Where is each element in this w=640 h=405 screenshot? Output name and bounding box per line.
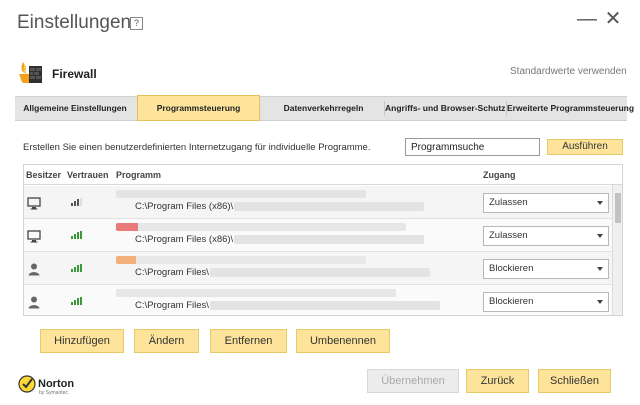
program-path-text: C:\Program Files\	[135, 267, 209, 278]
column-header-access[interactable]: Zugang	[483, 170, 516, 180]
program-name-redacted	[116, 256, 366, 264]
use-defaults-link[interactable]: Standardwerte verwenden	[510, 66, 627, 77]
table-row[interactable]: C:\Program Files (x86)\ Zulassen	[24, 186, 612, 219]
trust-level-icon	[71, 231, 82, 239]
access-dropdown-value: Zulassen	[489, 197, 528, 208]
program-path-text: C:\Program Files (x86)\	[135, 234, 234, 245]
norton-logo-text: Norton	[38, 378, 74, 390]
rename-program-button[interactable]: Umbenennen	[296, 329, 390, 353]
table-vertical-scrollbar[interactable]	[612, 185, 622, 315]
edit-program-button[interactable]: Ändern	[134, 329, 199, 353]
program-name-redacted	[116, 223, 406, 231]
program-name-redacted	[116, 190, 366, 198]
program-path-redacted	[209, 300, 440, 310]
access-dropdown-value: Blockieren	[489, 263, 534, 274]
help-icon[interactable]: ?	[130, 17, 143, 30]
scrollbar-thumb[interactable]	[615, 193, 621, 223]
apply-button[interactable]: Übernehmen	[367, 369, 459, 393]
program-path-redacted	[234, 201, 425, 211]
program-path: C:\Program Files\	[135, 300, 440, 311]
run-search-button[interactable]: Ausführen	[547, 139, 623, 155]
program-path: C:\Program Files (x86)\	[135, 234, 425, 245]
program-path-redacted	[234, 234, 425, 244]
norton-logo-subtext: by Symantec	[39, 390, 68, 396]
program-search-input[interactable]	[405, 138, 540, 156]
column-header-trust[interactable]: Vertrauen	[67, 170, 109, 180]
column-header-owner[interactable]: Besitzer	[26, 170, 61, 180]
access-dropdown[interactable]: Zulassen	[483, 226, 609, 246]
close-icon[interactable]: ✕	[602, 8, 624, 30]
user-icon	[28, 296, 40, 309]
back-button[interactable]: Zurück	[466, 369, 529, 393]
access-dropdown-value: Zulassen	[489, 230, 528, 241]
norton-logo: Norton by Symantec	[18, 373, 80, 397]
access-dropdown-value: Blockieren	[489, 296, 534, 307]
chevron-down-icon	[597, 201, 603, 205]
trust-level-icon	[71, 198, 82, 206]
access-dropdown[interactable]: Blockieren	[483, 259, 609, 279]
program-path: C:\Program Files\	[135, 267, 430, 278]
remove-program-button[interactable]: Entfernen	[210, 329, 287, 353]
column-header-program[interactable]: Programm	[116, 170, 161, 180]
program-path-redacted	[209, 267, 430, 277]
table-header: Besitzer Vertrauen Programm Zugang	[24, 165, 622, 185]
chevron-down-icon	[597, 267, 603, 271]
program-path-text: C:\Program Files\	[135, 300, 209, 311]
chevron-down-icon	[597, 234, 603, 238]
computer-icon	[27, 230, 41, 243]
user-icon	[28, 263, 40, 276]
program-path-text: C:\Program Files (x86)\	[135, 201, 234, 212]
program-name-redacted	[116, 289, 396, 297]
trust-level-icon	[71, 264, 82, 272]
program-control-hint: Erstellen Sie einen benutzerdefinierten …	[23, 142, 371, 153]
program-table: Besitzer Vertrauen Programm Zugang C:\Pr…	[23, 164, 623, 316]
table-row[interactable]: C:\Program Files\ Blockieren	[24, 285, 612, 315]
close-button[interactable]: Schließen	[538, 369, 611, 393]
table-row[interactable]: C:\Program Files (x86)\ Zulassen	[24, 219, 612, 252]
access-dropdown[interactable]: Blockieren	[483, 292, 609, 312]
add-program-button[interactable]: Hinzufügen	[40, 329, 124, 353]
tab-advanced-program-control[interactable]: Erweiterte Programmsteuerung	[507, 97, 634, 120]
minimize-button[interactable]: —	[576, 8, 598, 30]
tab-traffic-rules[interactable]: Datenverkehrregeln	[265, 97, 382, 120]
tab-program-control[interactable]: Programmsteuerung	[137, 95, 260, 121]
computer-icon	[27, 197, 41, 210]
firewall-icon	[17, 60, 43, 87]
window-title: Einstellungen	[17, 12, 132, 33]
chevron-down-icon	[597, 300, 603, 304]
table-row[interactable]: C:\Program Files\ Blockieren	[24, 252, 612, 285]
section-title: Firewall	[52, 67, 97, 81]
title-bar: Einstellungen ? — ✕	[0, 0, 640, 50]
tab-general-settings[interactable]: Allgemeine Einstellungen	[15, 97, 135, 120]
tab-intrusion-browser-protection[interactable]: Angriffs- und Browser-Schutz	[385, 97, 505, 120]
access-dropdown[interactable]: Zulassen	[483, 193, 609, 213]
settings-tabs: Allgemeine Einstellungen Programmsteueru…	[15, 95, 634, 121]
program-path: C:\Program Files (x86)\	[135, 201, 425, 212]
trust-level-icon	[71, 297, 82, 305]
